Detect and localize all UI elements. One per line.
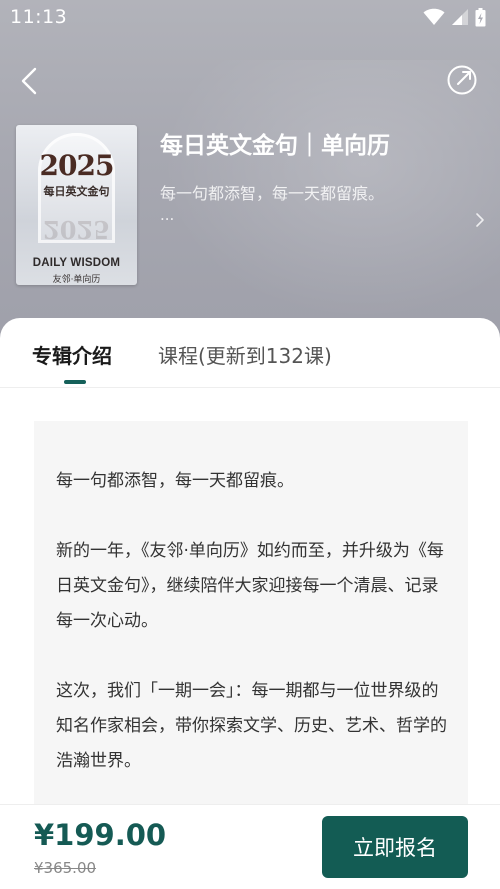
share-icon bbox=[447, 65, 477, 95]
price: ¥199.00 bbox=[34, 818, 167, 852]
intro-paragraph: 这次，我们「一期一会」：每一期都与一位世界级的知名作家相会，带你探索文学、历史、… bbox=[56, 681, 447, 771]
original-price: ¥365.00 bbox=[34, 859, 97, 877]
cover-subtitle: 每日英文金句 bbox=[43, 185, 110, 198]
back-icon bbox=[21, 67, 37, 95]
album-title: 每日英文金句｜单向历 bbox=[160, 133, 390, 159]
tab-active-indicator bbox=[64, 380, 86, 384]
album-description[interactable]: 每一句都添智，每一天都留痕。 bbox=[160, 180, 384, 204]
cover-brand: DAILY WISDOM bbox=[32, 257, 121, 269]
intro-paragraph: 新的一年，《友邻·单向历》如约而至，并升级为《每日英文金句》，继续陪伴大家迎接每… bbox=[56, 541, 444, 631]
tab-bar: 专辑介绍 课程(更新到132课) bbox=[0, 318, 500, 388]
battery-icon bbox=[475, 7, 486, 26]
cover-year: 2025 bbox=[39, 149, 115, 182]
status-icons bbox=[423, 7, 486, 27]
album-cover: 2025 每日英文金句 2025 DAILY WISDOM 友邻·单向历 bbox=[16, 125, 137, 285]
back-button[interactable] bbox=[14, 64, 44, 98]
chevron-right-icon[interactable] bbox=[474, 210, 486, 230]
intro-paragraph: 每一句都添智，每一天都留痕。 bbox=[56, 471, 294, 491]
cover-brand-sub: 友邻·单向历 bbox=[52, 275, 101, 285]
status-bar: 11:13 bbox=[0, 0, 500, 34]
album-description-more[interactable]: ... bbox=[160, 206, 174, 224]
signup-button[interactable]: 立即报名 bbox=[322, 816, 468, 878]
share-button[interactable] bbox=[446, 64, 478, 96]
cover-year-reflection: 2025 bbox=[43, 215, 110, 244]
tab-courses[interactable]: 课程(更新到132课) bbox=[158, 340, 332, 369]
status-time: 11:13 bbox=[10, 6, 68, 28]
tab-album-intro[interactable]: 专辑介绍 bbox=[32, 340, 112, 369]
wifi-icon bbox=[423, 8, 445, 25]
signal-icon bbox=[452, 9, 468, 25]
